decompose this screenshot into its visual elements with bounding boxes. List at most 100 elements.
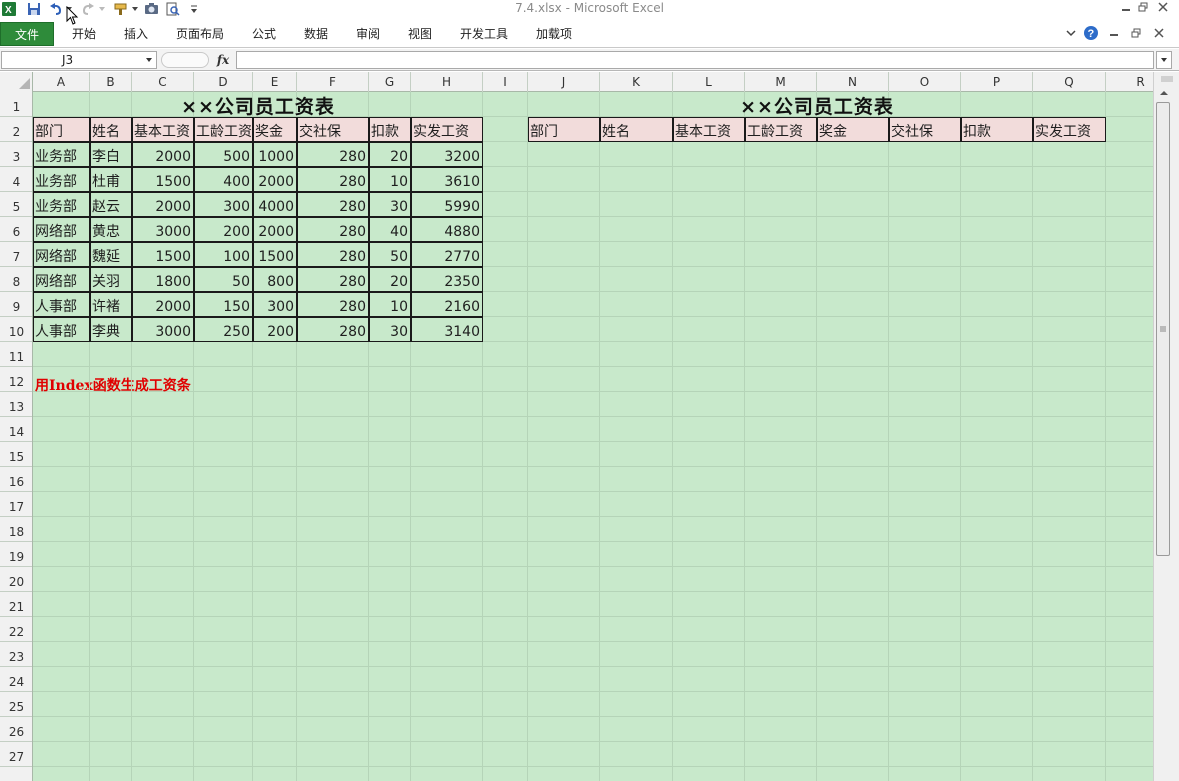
expand-formula-bar-icon[interactable]	[1156, 51, 1172, 69]
left-data-cell[interactable]: 300	[253, 292, 297, 317]
active-cell-j3[interactable]	[527, 141, 600, 167]
row-header-4[interactable]: 4	[0, 167, 32, 192]
right-table-title[interactable]: ××公司员工资表	[528, 92, 1106, 117]
left-data-cell[interactable]: 业务部	[33, 192, 90, 217]
left-data-cell[interactable]: 280	[297, 317, 369, 342]
left-data-cell[interactable]: 2350	[411, 267, 483, 292]
left-data-cell[interactable]: 业务部	[33, 142, 90, 167]
column-header-q[interactable]: Q	[1033, 72, 1106, 92]
window-close-icon[interactable]	[1155, 0, 1171, 14]
tab-home[interactable]: 开始	[72, 23, 96, 45]
row-header-22[interactable]: 22	[0, 617, 32, 642]
left-header-cell[interactable]: 基本工资	[132, 117, 194, 142]
row-header-23[interactable]: 23	[0, 642, 32, 667]
column-header-d[interactable]: D	[194, 72, 253, 92]
scroll-up-icon[interactable]	[1156, 86, 1172, 100]
column-header-l[interactable]: L	[673, 72, 745, 92]
excel-logo-icon[interactable]: X	[1, 1, 16, 16]
left-data-cell[interactable]: 4880	[411, 217, 483, 242]
column-header-h[interactable]: H	[411, 72, 483, 92]
column-header-m[interactable]: M	[745, 72, 817, 92]
insert-function-button[interactable]: fx	[213, 51, 233, 69]
column-header-c[interactable]: C	[132, 72, 194, 92]
left-data-cell[interactable]: 20	[369, 267, 411, 292]
column-header-j[interactable]: J	[528, 72, 600, 92]
left-data-cell[interactable]: 280	[297, 267, 369, 292]
row-header-24[interactable]: 24	[0, 667, 32, 692]
left-data-cell[interactable]: 业务部	[33, 167, 90, 192]
help-icon[interactable]: ?	[1083, 25, 1099, 41]
left-data-cell[interactable]: 李白	[90, 142, 132, 167]
row-header-5[interactable]: 5	[0, 192, 32, 217]
left-data-cell[interactable]: 1800	[132, 267, 194, 292]
column-header-k[interactable]: K	[600, 72, 673, 92]
left-header-cell[interactable]: 交社保	[297, 117, 369, 142]
camera-icon[interactable]	[143, 1, 159, 16]
left-data-cell[interactable]: 1000	[253, 142, 297, 167]
left-data-cell[interactable]: 网络部	[33, 267, 90, 292]
left-header-cell[interactable]: 奖金	[253, 117, 297, 142]
left-data-cell[interactable]: 280	[297, 142, 369, 167]
column-header-p[interactable]: P	[961, 72, 1033, 92]
column-header-f[interactable]: F	[297, 72, 369, 92]
left-data-cell[interactable]: 280	[297, 167, 369, 192]
row-header-14[interactable]: 14	[0, 417, 32, 442]
tab-formulas[interactable]: 公式	[252, 23, 276, 45]
right-header-cell[interactable]: 交社保	[889, 117, 961, 142]
left-data-cell[interactable]: 30	[369, 317, 411, 342]
formula-input[interactable]	[236, 51, 1154, 69]
left-data-cell[interactable]: 10	[369, 167, 411, 192]
note-text[interactable]: 用Index函数生成工资条	[35, 375, 191, 395]
workbook-restore-icon[interactable]	[1128, 25, 1144, 41]
row-header-1[interactable]: 1	[0, 92, 32, 117]
row-header-13[interactable]: 13	[0, 392, 32, 417]
row-header-21[interactable]: 21	[0, 592, 32, 617]
workbook-close-icon[interactable]	[1151, 25, 1167, 41]
left-data-cell[interactable]: 40	[369, 217, 411, 242]
left-data-cell[interactable]: 2000	[253, 167, 297, 192]
name-box-dropdown-icon[interactable]	[143, 54, 155, 66]
left-data-cell[interactable]: 1500	[132, 167, 194, 192]
left-header-cell[interactable]: 部门	[33, 117, 90, 142]
column-header-a[interactable]: A	[33, 72, 90, 92]
left-data-cell[interactable]: 250	[194, 317, 253, 342]
left-data-cell[interactable]: 李典	[90, 317, 132, 342]
print-preview-icon[interactable]	[165, 1, 181, 16]
row-header-19[interactable]: 19	[0, 542, 32, 567]
left-data-cell[interactable]: 280	[297, 217, 369, 242]
left-data-cell[interactable]: 许褚	[90, 292, 132, 317]
redo-icon[interactable]	[81, 1, 95, 16]
left-data-cell[interactable]: 人事部	[33, 292, 90, 317]
row-header-17[interactable]: 17	[0, 492, 32, 517]
column-header-g[interactable]: G	[369, 72, 411, 92]
right-header-cell[interactable]: 扣款	[961, 117, 1033, 142]
format-painter-icon[interactable]	[113, 1, 131, 16]
column-header-n[interactable]: N	[817, 72, 889, 92]
row-header-25[interactable]: 25	[0, 692, 32, 717]
left-data-cell[interactable]: 20	[369, 142, 411, 167]
left-data-cell[interactable]: 150	[194, 292, 253, 317]
left-data-cell[interactable]: 3140	[411, 317, 483, 342]
row-header-9[interactable]: 9	[0, 292, 32, 317]
tab-file[interactable]: 文件	[0, 22, 54, 46]
left-data-cell[interactable]: 30	[369, 192, 411, 217]
tab-developer[interactable]: 开发工具	[460, 23, 508, 45]
select-all-corner[interactable]	[0, 72, 33, 92]
customize-quick-access-icon[interactable]	[189, 1, 199, 16]
tab-data[interactable]: 数据	[304, 23, 328, 45]
row-header-15[interactable]: 15	[0, 442, 32, 467]
row-header-2[interactable]: 2	[0, 117, 32, 142]
row-header-6[interactable]: 6	[0, 217, 32, 242]
workbook-minimize-icon[interactable]	[1106, 25, 1122, 41]
left-data-cell[interactable]: 赵云	[90, 192, 132, 217]
right-header-cell[interactable]: 姓名	[600, 117, 673, 142]
left-data-cell[interactable]: 5990	[411, 192, 483, 217]
redo-dropdown-icon[interactable]	[97, 1, 107, 16]
left-table-title[interactable]: ××公司员工资表	[33, 92, 483, 117]
left-data-cell[interactable]: 2000	[132, 292, 194, 317]
left-data-cell[interactable]: 人事部	[33, 317, 90, 342]
left-data-cell[interactable]: 2770	[411, 242, 483, 267]
left-data-cell[interactable]: 300	[194, 192, 253, 217]
row-header-20[interactable]: 20	[0, 567, 32, 592]
left-data-cell[interactable]: 魏延	[90, 242, 132, 267]
